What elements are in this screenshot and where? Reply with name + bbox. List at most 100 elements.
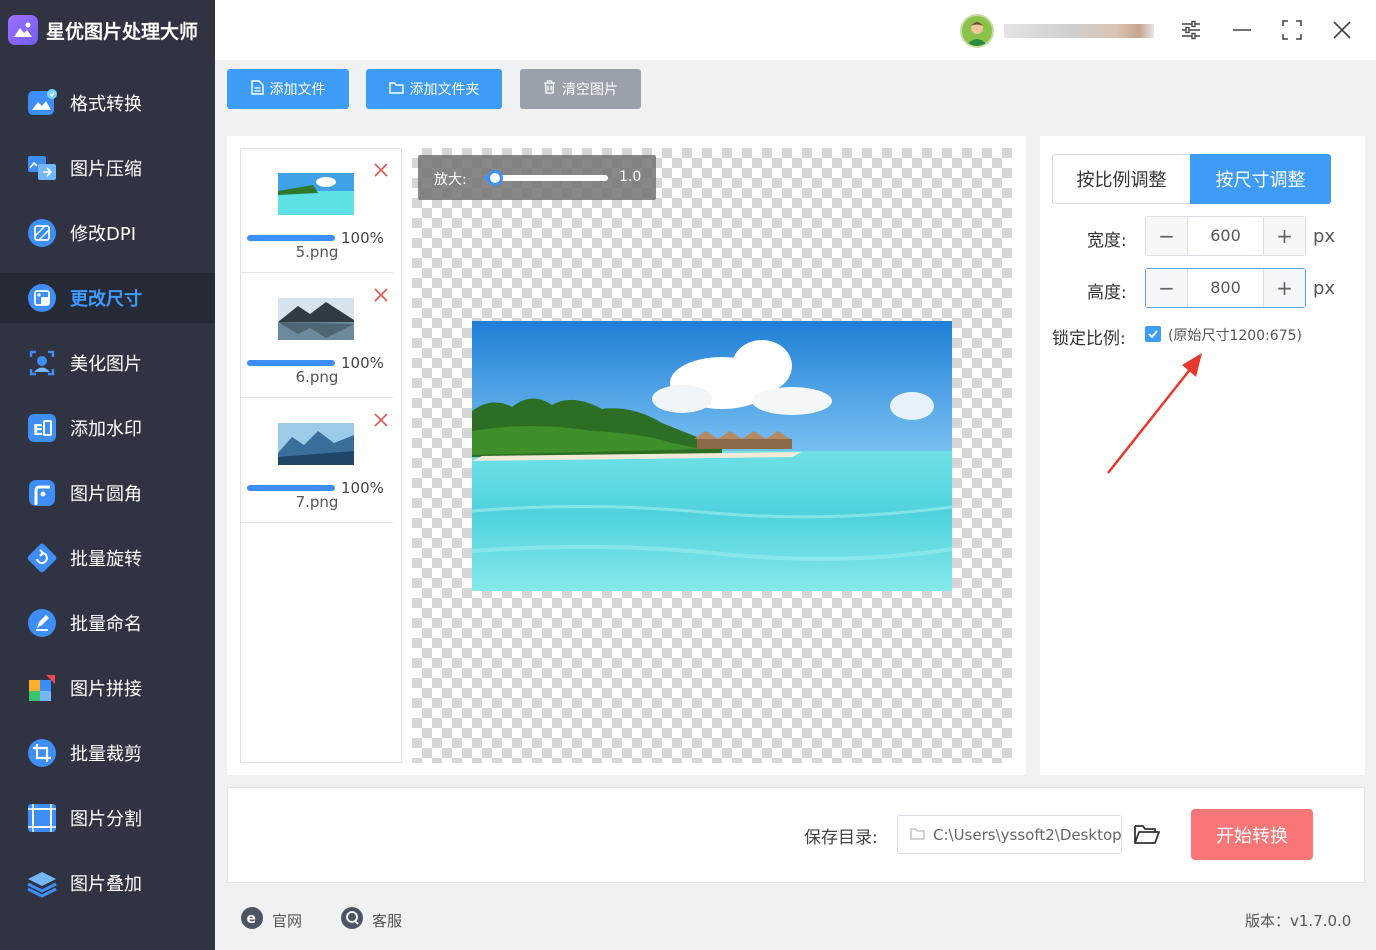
sidebar-item-compress[interactable]: 图片压缩 bbox=[0, 143, 215, 193]
sidebar-item-label: 图片拼接 bbox=[70, 679, 142, 700]
sidebar-item-label: 图片分割 bbox=[70, 809, 142, 830]
zoom-slider-handle[interactable] bbox=[487, 170, 503, 186]
support-label: 客服 bbox=[372, 911, 403, 930]
watermark-icon: E bbox=[26, 412, 58, 444]
remove-file-icon[interactable] bbox=[372, 411, 390, 429]
zoom-control: 放大: 1.0 bbox=[418, 155, 656, 200]
preview-image-beach bbox=[471, 321, 953, 591]
sidebar-item-split[interactable]: 图片分割 bbox=[0, 793, 215, 843]
username-blurred bbox=[1004, 24, 1154, 38]
progress-bar bbox=[247, 485, 335, 491]
sidebar-item-label: 格式转换 bbox=[70, 94, 142, 115]
add-folder-label: 添加文件夹 bbox=[409, 82, 480, 98]
svg-text:e: e bbox=[247, 911, 257, 927]
settings-sliders-icon[interactable] bbox=[1175, 14, 1207, 46]
add-folder-button[interactable]: 添加文件夹 bbox=[366, 69, 502, 109]
sidebar-item-rename[interactable]: 批量命名 bbox=[0, 598, 215, 648]
progress-bar bbox=[247, 235, 335, 241]
sidebar-item-beautify[interactable]: 美化图片 bbox=[0, 338, 215, 388]
file-name: 6.png bbox=[295, 368, 339, 386]
sidebar-item-label: 美化图片 bbox=[70, 354, 142, 375]
puzzle-icon bbox=[26, 672, 58, 704]
thumbnail-mountains bbox=[278, 423, 354, 465]
clear-images-label: 清空图片 bbox=[562, 82, 618, 98]
folder-icon bbox=[388, 81, 404, 98]
zoom-label: 放大: bbox=[434, 172, 467, 188]
image-compress-icon bbox=[26, 152, 58, 184]
checkmark-icon bbox=[1148, 330, 1158, 339]
file-list[interactable]: 100% 5.png 100% 6.png 100% 7.png bbox=[240, 148, 402, 763]
sidebar-item-puzzle[interactable]: 图片拼接 bbox=[0, 663, 215, 713]
support-link[interactable]: 客服 bbox=[340, 906, 402, 934]
minimize-icon[interactable] bbox=[1226, 14, 1258, 46]
save-path-text: C:\Users\yssoft2\Desktop bbox=[933, 825, 1122, 844]
rename-icon bbox=[26, 607, 58, 639]
list-item[interactable]: 100% 5.png bbox=[241, 149, 393, 273]
layers-icon bbox=[26, 867, 58, 899]
sidebar-item-layers[interactable]: 图片叠加 bbox=[0, 858, 215, 908]
width-increment-button[interactable]: + bbox=[1264, 217, 1305, 255]
website-link[interactable]: e 官网 bbox=[240, 906, 302, 934]
sidebar-item-label: 添加水印 bbox=[70, 419, 142, 440]
browser-e-icon: e bbox=[240, 906, 264, 934]
file-icon bbox=[250, 79, 264, 99]
remove-file-icon[interactable] bbox=[372, 286, 390, 304]
original-size-text: (原始尺寸1200:675) bbox=[1168, 328, 1302, 344]
sidebar-item-label: 图片压缩 bbox=[70, 159, 142, 180]
customer-service-icon bbox=[340, 906, 364, 934]
height-decrement-button[interactable]: − bbox=[1146, 269, 1187, 307]
sidebar-item-crop[interactable]: 批量裁剪 bbox=[0, 728, 215, 778]
rotate-icon bbox=[26, 542, 58, 574]
rounded-corner-icon bbox=[26, 477, 58, 509]
zoom-slider[interactable] bbox=[484, 170, 608, 186]
lock-ratio-checkbox[interactable] bbox=[1145, 326, 1161, 342]
sidebar-item-label: 图片圆角 bbox=[70, 484, 142, 505]
title-bar bbox=[215, 0, 1376, 60]
svg-text:E: E bbox=[33, 421, 43, 439]
sidebar-item-label: 更改尺寸 bbox=[70, 289, 142, 310]
height-input[interactable]: 800 bbox=[1187, 269, 1264, 307]
tab-resize-by-size[interactable]: 按尺寸调整 bbox=[1190, 154, 1331, 204]
sidebar-item-rotate[interactable]: 批量旋转 bbox=[0, 533, 215, 583]
width-label: 宽度: bbox=[1087, 231, 1127, 251]
start-convert-button[interactable]: 开始转换 bbox=[1191, 809, 1313, 860]
sidebar-item-label: 图片叠加 bbox=[70, 874, 142, 895]
close-icon[interactable] bbox=[1326, 14, 1358, 46]
brand: 星优图片处理大师 bbox=[8, 12, 198, 48]
thumbnail-beach bbox=[278, 173, 354, 215]
browse-folder-icon[interactable] bbox=[1133, 820, 1161, 848]
list-item[interactable]: 100% 7.png bbox=[241, 399, 393, 523]
height-increment-button[interactable]: + bbox=[1264, 269, 1305, 307]
split-icon bbox=[26, 802, 58, 834]
folder-outline-icon bbox=[910, 825, 925, 844]
remove-file-icon[interactable] bbox=[372, 161, 390, 179]
list-item[interactable]: 100% 6.png bbox=[241, 274, 393, 398]
width-stepper[interactable]: − 600 + bbox=[1145, 216, 1306, 256]
save-path-field[interactable]: C:\Users\yssoft2\Desktop bbox=[897, 815, 1122, 854]
image-convert-icon bbox=[26, 87, 58, 119]
sidebar-item-rounded-corner[interactable]: 图片圆角 bbox=[0, 468, 215, 518]
sidebar-item-label: 修改DPI bbox=[70, 224, 137, 245]
sidebar-item-resize[interactable]: 更改尺寸 bbox=[0, 273, 215, 323]
sidebar-item-dpi[interactable]: 修改DPI bbox=[0, 208, 215, 258]
version-text: 版本：v1.7.0.0 bbox=[1245, 912, 1352, 930]
sidebar-item-watermark[interactable]: E 添加水印 bbox=[0, 403, 215, 453]
height-stepper[interactable]: − 800 + bbox=[1145, 268, 1306, 308]
app-title: 星优图片处理大师 bbox=[46, 20, 199, 43]
add-file-label: 添加文件 bbox=[269, 82, 326, 98]
maximize-icon[interactable] bbox=[1276, 14, 1308, 46]
width-input[interactable]: 600 bbox=[1187, 217, 1264, 255]
sidebar-item-label: 批量裁剪 bbox=[70, 744, 142, 765]
sidebar-item-format-convert[interactable]: 格式转换 bbox=[0, 78, 215, 128]
resize-icon bbox=[26, 282, 58, 314]
user-account[interactable] bbox=[960, 14, 1154, 48]
width-unit: px bbox=[1313, 226, 1336, 247]
sidebar: 星优图片处理大师 格式转换 图片压缩 修改DPI 更改尺寸 美化图片 E 添加水… bbox=[0, 0, 215, 950]
tab-resize-by-ratio[interactable]: 按比例调整 bbox=[1052, 154, 1190, 204]
clear-images-button[interactable]: 清空图片 bbox=[520, 69, 641, 109]
thumbnail-mountain-lake bbox=[278, 298, 354, 340]
add-file-button[interactable]: 添加文件 bbox=[227, 69, 349, 109]
width-decrement-button[interactable]: − bbox=[1146, 217, 1187, 255]
red-arrow-annotation bbox=[1107, 353, 1202, 474]
crop-icon bbox=[26, 737, 58, 769]
